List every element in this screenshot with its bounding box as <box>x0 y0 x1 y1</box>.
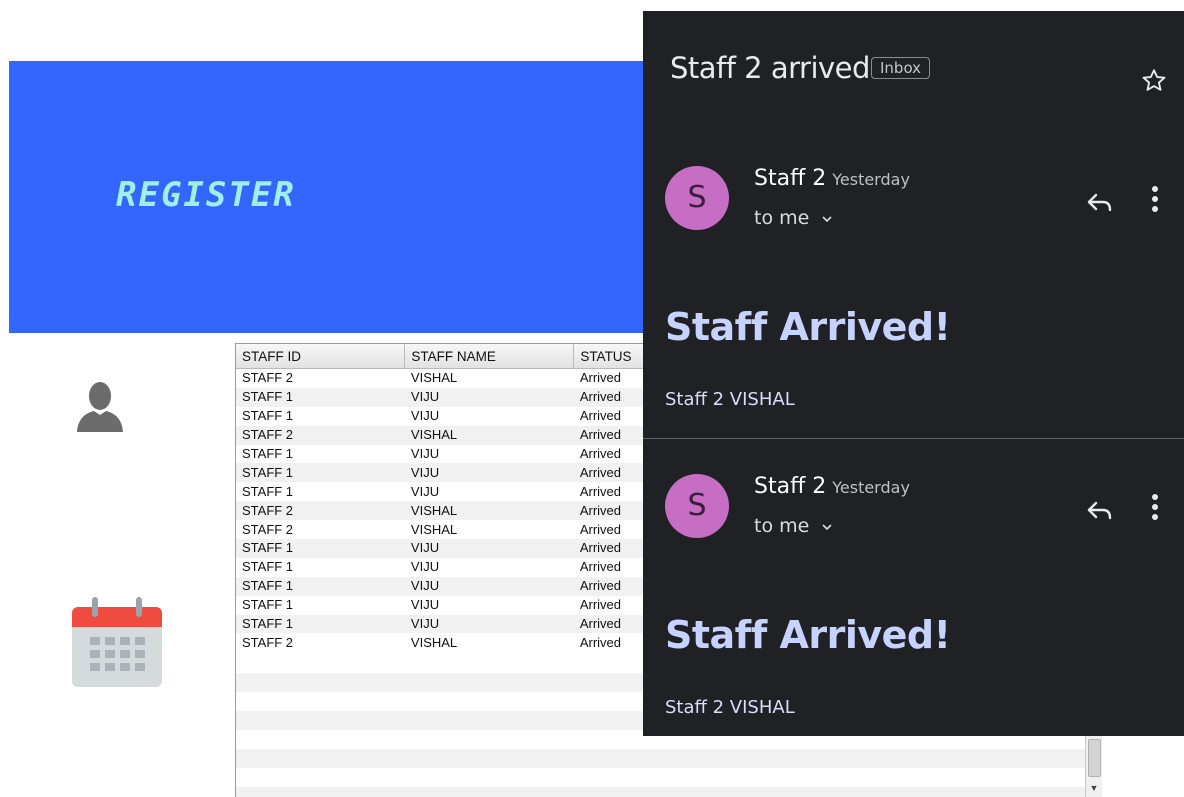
sender-name[interactable]: Staff 2 <box>754 166 826 191</box>
more-options-icon[interactable] <box>1148 491 1162 525</box>
avatar[interactable]: S <box>665 474 729 538</box>
cell-staff-name: VIJU <box>404 614 574 634</box>
cell-staff-name: VIJU <box>410 408 440 424</box>
cell-staff-name: VISHAL <box>410 370 458 386</box>
register-banner: REGISTER <box>9 61 645 333</box>
cell-staff-id: STAFF 1 <box>242 559 294 575</box>
message-time: Yesterday <box>832 170 910 189</box>
cell-staff-name: VIJU <box>404 539 574 558</box>
cell-staff-name: VIJU <box>404 463 574 483</box>
cell-staff-name: VISHAL <box>410 634 458 650</box>
sender-line: Staff 2 Yesterday <box>754 166 910 191</box>
message-headline: Staff Arrived! <box>665 613 951 657</box>
message-body: Staff 2 VISHAL <box>665 697 795 718</box>
email-message[interactable]: S Staff 2 Yesterday to me Staff Arrived! … <box>643 11 1184 439</box>
message-time: Yesterday <box>832 478 910 497</box>
recipient-label: to me <box>754 207 810 229</box>
recipient-toggle[interactable]: to me <box>754 207 833 229</box>
column-header-staff-name[interactable]: STAFF NAME <box>404 344 575 369</box>
scrollbar-thumb[interactable] <box>1088 739 1101 777</box>
cell-staff-name: VIJU <box>410 559 440 575</box>
column-header-staff-id[interactable]: STAFF ID <box>236 344 406 369</box>
recipient-label: to me <box>754 515 810 537</box>
scroll-down-arrow-icon[interactable]: ▼ <box>1086 781 1102 795</box>
cell-staff-id: STAFF 2 <box>242 370 294 386</box>
cell-staff-id: STAFF 2 <box>242 521 294 537</box>
cell-staff-id: STAFF 1 <box>236 614 405 634</box>
register-title: REGISTER <box>116 175 296 215</box>
email-message[interactable]: S Staff 2 Yesterday to me Staff Arrived! … <box>643 319 1184 718</box>
chevron-down-icon <box>822 216 832 223</box>
cell-staff-name: VIJU <box>404 387 574 407</box>
cell-staff-name: VIJU <box>404 576 574 596</box>
recipient-toggle[interactable]: to me <box>754 515 833 537</box>
calendar-icon[interactable] <box>70 595 164 689</box>
chevron-down-icon <box>822 524 832 531</box>
cell-staff-id: STAFF 1 <box>242 483 294 499</box>
cell-staff-id: STAFF 2 <box>236 425 405 445</box>
user-icon[interactable] <box>74 380 126 434</box>
cell-staff-name: VIJU <box>410 597 440 613</box>
reply-icon[interactable] <box>1083 185 1117 219</box>
avatar[interactable]: S <box>665 166 729 230</box>
cell-staff-id: STAFF 1 <box>242 408 294 424</box>
sender-line: Staff 2 Yesterday <box>754 474 910 499</box>
cell-staff-id: STAFF 1 <box>236 539 405 558</box>
cell-staff-name: VIJU <box>410 483 440 499</box>
cell-staff-name: VIJU <box>410 446 440 461</box>
cell-staff-id: STAFF 1 <box>236 576 405 596</box>
cell-staff-id: STAFF 1 <box>236 463 405 483</box>
cell-staff-id: STAFF 1 <box>236 387 405 407</box>
cell-staff-name: VISHAL <box>404 501 574 521</box>
email-panel: Staff 2 arrived Inbox S Staff 2 Yesterday… <box>643 11 1184 736</box>
cell-staff-id: STAFF 2 <box>242 634 294 650</box>
cell-staff-id: STAFF 1 <box>242 446 294 461</box>
cell-staff-name: VISHAL <box>404 425 574 445</box>
reply-icon[interactable] <box>1083 493 1117 527</box>
more-options-icon[interactable] <box>1148 183 1162 217</box>
cell-staff-id: STAFF 1 <box>242 597 294 613</box>
sender-name[interactable]: Staff 2 <box>754 474 826 499</box>
cell-staff-name: VISHAL <box>410 521 458 537</box>
cell-staff-id: STAFF 2 <box>236 501 405 521</box>
